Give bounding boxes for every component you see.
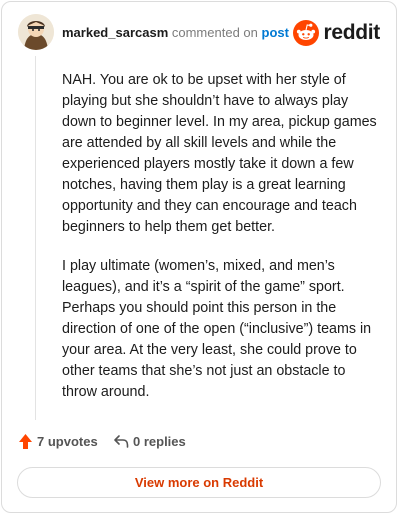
comment-actions: 7 upvotes 0 replies [18,432,378,452]
reply-count[interactable]: 0 replies [133,434,186,449]
reddit-wordmark: reddit [323,21,380,44]
upvote-arrow-icon[interactable] [18,433,33,455]
avatar-image [18,14,54,50]
post-link[interactable]: post [262,25,289,40]
commented-on-text: commented on [171,25,258,40]
view-more-button[interactable]: View more on Reddit [17,467,381,498]
reply-arrow-icon[interactable] [113,434,129,454]
thread-line [35,56,36,420]
user-avatar[interactable] [18,14,54,50]
comment-header: marked_sarcasm commented on post reddit [18,14,380,54]
comment-paragraph: I play ultimate (women’s, mixed, and men… [62,258,372,400]
comment-body: NAH. You are ok to be upset with her sty… [62,70,378,421]
comment-paragraph: NAH. You are ok to be upset with her sty… [62,72,377,235]
comment-byline: marked_sarcasm commented on post [62,25,289,40]
upvote-count[interactable]: 7 upvotes [37,434,98,449]
reddit-snoo-icon [293,20,320,46]
username-link[interactable]: marked_sarcasm [62,25,168,40]
reddit-logo[interactable]: reddit [293,19,380,47]
